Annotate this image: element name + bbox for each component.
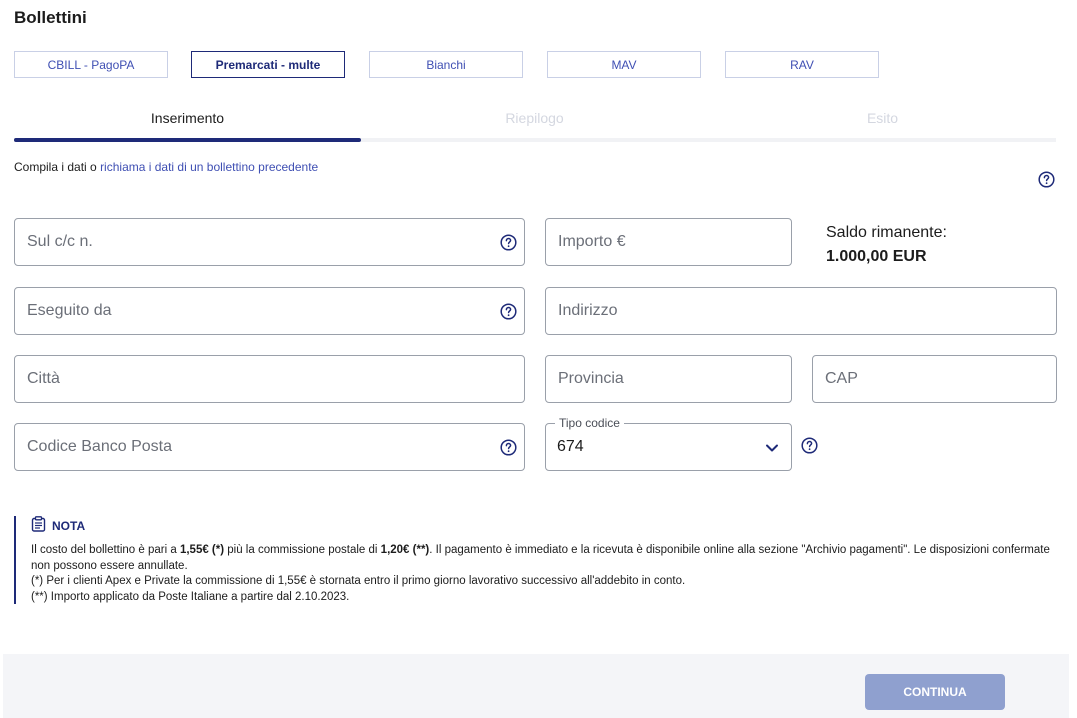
footer-bar: CONTINUA <box>3 654 1069 718</box>
chevron-down-icon <box>765 441 779 460</box>
remaining-balance-label: Saldo rimanente: <box>826 224 947 241</box>
question-circle-icon[interactable] <box>500 303 517 320</box>
note-text: più la commissione postale di <box>224 544 381 556</box>
continue-button[interactable]: CONTINUA <box>865 674 1005 710</box>
recall-previous-link[interactable]: richiama i dati di un bollettino precede… <box>100 160 318 174</box>
step-riepilogo: Riepilogo <box>505 110 564 126</box>
address-input[interactable] <box>546 288 1056 334</box>
question-circle-icon[interactable] <box>801 437 818 454</box>
tab-bianchi[interactable]: Bianchi <box>369 51 523 78</box>
clipboard-icon <box>31 516 46 535</box>
bank-code-field <box>14 423 525 471</box>
question-circle-icon[interactable] <box>1038 171 1055 188</box>
note-postal-fee: 1,20€ (**) <box>380 544 430 556</box>
province-input[interactable] <box>546 356 791 402</box>
page-title: Bollettini <box>14 8 87 27</box>
cap-input[interactable] <box>813 356 1056 402</box>
step-inserimento: Inserimento <box>150 110 225 126</box>
intro-label: Compila i dati o <box>14 160 97 174</box>
amount-input[interactable] <box>546 219 791 265</box>
note-box: NOTA Il costo del bollettino è pari a 1,… <box>14 516 1056 604</box>
account-number-input[interactable] <box>15 219 524 265</box>
cap-field <box>812 355 1057 403</box>
account-number-field <box>14 218 525 266</box>
note-line-3: (**) Importo applicato da Poste Italiane… <box>31 590 350 603</box>
city-input[interactable] <box>15 356 524 402</box>
remaining-balance-value: 1.000,00 EUR <box>826 248 927 265</box>
progress-stepper: Inserimento Riepilogo Esito <box>14 110 1056 144</box>
province-field <box>545 355 792 403</box>
note-line-2: (*) Per i clienti Apex e Private la comm… <box>31 575 686 587</box>
intro-text: Compila i dati o richiama i dati di un b… <box>14 160 318 174</box>
question-circle-icon[interactable] <box>500 234 517 251</box>
remaining-balance: Saldo rimanente: 1.000,00 EUR <box>826 224 947 266</box>
code-type-select[interactable]: Tipo codice 674 <box>545 416 792 471</box>
city-field <box>14 355 525 403</box>
executed-by-field <box>14 287 525 335</box>
tab-cbill-pagopa[interactable]: CBILL - PagoPA <box>14 51 168 78</box>
address-field <box>545 287 1057 335</box>
note-fee: 1,55€ (*) <box>179 544 225 556</box>
note-line-1: Il costo del bollettino è pari a 1,55€ (… <box>31 543 1056 574</box>
note-text: Il costo del bollettino è pari a <box>31 544 180 556</box>
amount-field <box>545 218 792 266</box>
bank-code-input[interactable] <box>15 424 524 470</box>
note-title: NOTA <box>52 518 86 533</box>
tab-premarcati-multe[interactable]: Premarcati - multe <box>191 51 345 78</box>
question-circle-icon[interactable] <box>500 439 517 456</box>
executed-by-input[interactable] <box>15 288 524 334</box>
tab-rav[interactable]: RAV <box>725 51 879 78</box>
code-type-label: Tipo codice <box>555 416 624 430</box>
step-esito: Esito <box>866 110 899 126</box>
stepper-progress-bar <box>14 138 361 142</box>
note-header: NOTA <box>31 516 1056 535</box>
note-body: Il costo del bollettino è pari a 1,55€ (… <box>31 543 1056 605</box>
code-type-value: 674 <box>557 438 584 455</box>
tab-mav[interactable]: MAV <box>547 51 701 78</box>
